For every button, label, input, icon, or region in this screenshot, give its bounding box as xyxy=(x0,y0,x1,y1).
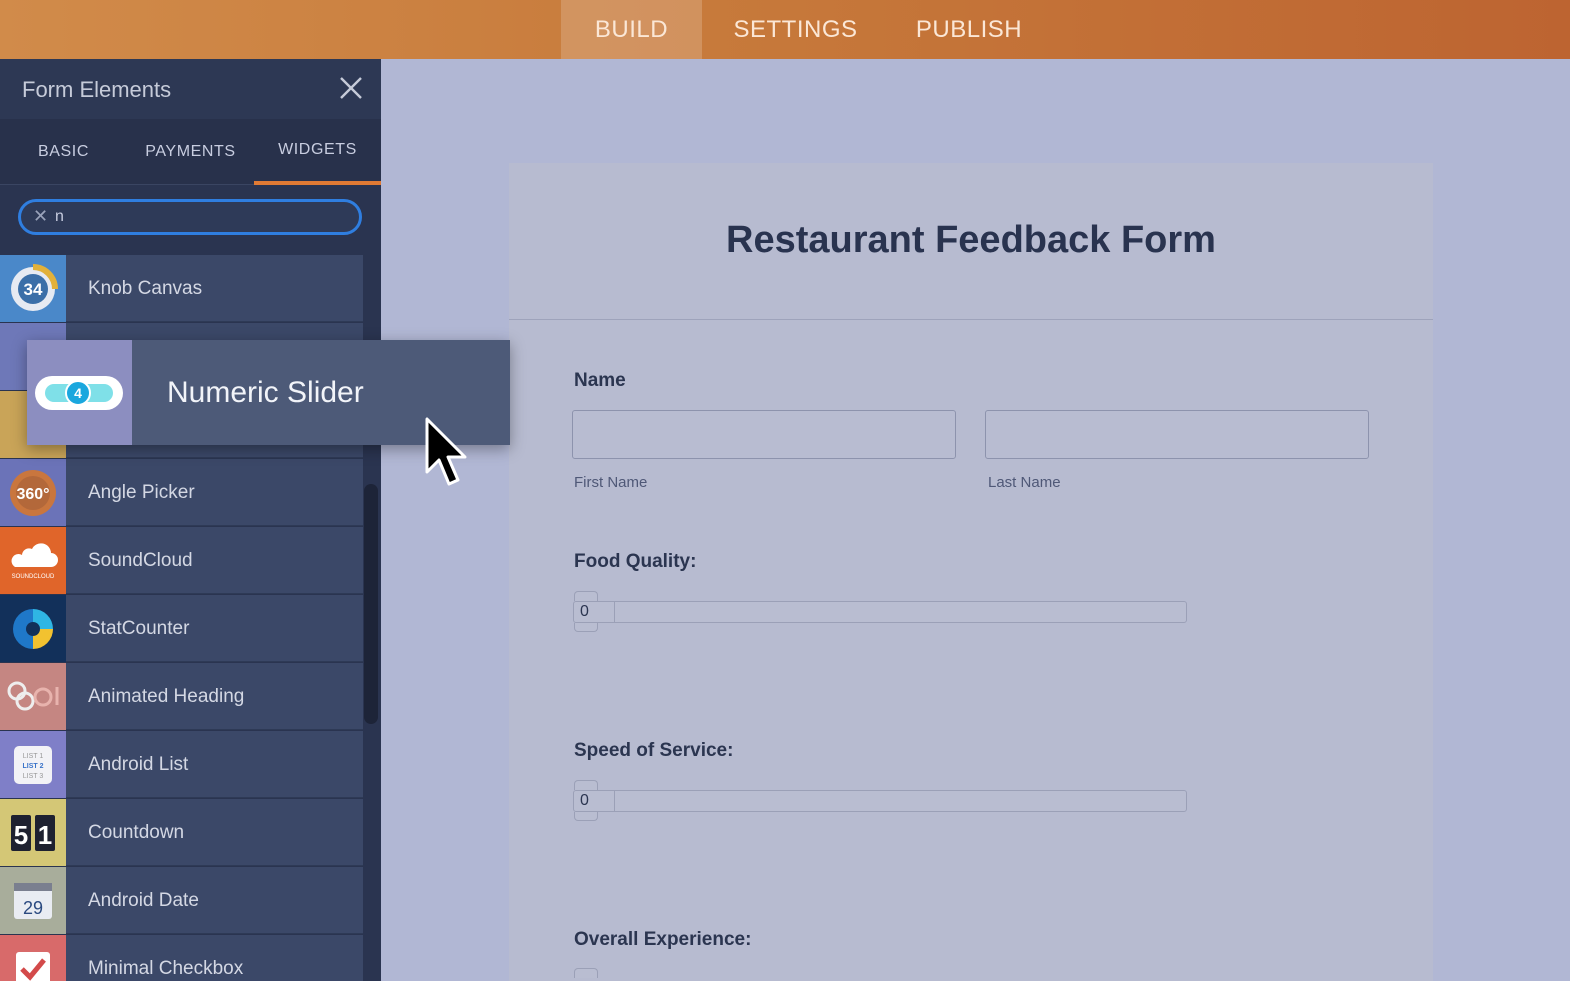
statcounter-icon xyxy=(0,595,66,662)
svg-text:SOUNDCLOUD: SOUNDCLOUD xyxy=(12,574,55,580)
soundcloud-icon: SOUNDCLOUD xyxy=(0,527,66,594)
tab-basic[interactable]: BASIC xyxy=(0,119,127,185)
widget-item-label: Minimal Checkbox xyxy=(88,957,244,979)
svg-text:LIST 1: LIST 1 xyxy=(23,753,44,760)
last-name-sublabel: Last Name xyxy=(988,474,1061,491)
form-elements-panel: Form Elements BASIC PAYMENTS WIDGETS ✕ 3… xyxy=(0,59,381,981)
svg-text:1: 1 xyxy=(38,820,52,850)
last-name-input[interactable] xyxy=(985,410,1369,459)
widget-item-angle-picker[interactable]: 360° Angle Picker xyxy=(0,459,363,526)
widget-item-label: Knob Canvas xyxy=(88,277,203,299)
svg-text:360°: 360° xyxy=(16,486,49,503)
food-quality-slider[interactable]: 0 xyxy=(573,591,1187,632)
svg-text:5: 5 xyxy=(14,820,28,850)
overall-experience-slider[interactable] xyxy=(573,968,1187,981)
widget-item-android-list[interactable]: LIST 1 LIST 2 LIST 3 Android List xyxy=(0,731,363,798)
form-card: Restaurant Feedback Form Name First Name… xyxy=(509,163,1433,981)
widget-item-minimal-checkbox[interactable]: Minimal Checkbox xyxy=(0,935,363,981)
countdown-icon: 5 1 xyxy=(0,799,66,866)
widget-item-statcounter[interactable]: StatCounter xyxy=(0,595,363,662)
slider-handle-top[interactable] xyxy=(574,591,598,601)
close-icon[interactable] xyxy=(336,73,366,103)
widget-item-animated-heading[interactable]: Animated Heading xyxy=(0,663,363,730)
form-title[interactable]: Restaurant Feedback Form xyxy=(509,219,1433,262)
tab-build[interactable]: BUILD xyxy=(561,0,702,59)
clear-search-icon[interactable]: ✕ xyxy=(33,206,48,227)
first-name-input[interactable] xyxy=(572,410,956,459)
search-input[interactable] xyxy=(55,205,345,229)
slider-track[interactable] xyxy=(573,601,1187,623)
knob-icon: 34 xyxy=(0,255,66,322)
overall-experience-label: Overall Experience: xyxy=(574,929,752,950)
tab-payments[interactable]: PAYMENTS xyxy=(127,119,254,185)
widget-item-soundcloud[interactable]: SOUNDCLOUD SoundCloud xyxy=(0,527,363,594)
top-bar: BUILD SETTINGS PUBLISH xyxy=(0,0,1570,59)
widget-item-label: Android List xyxy=(88,753,189,775)
panel-scrollbar[interactable] xyxy=(364,484,378,724)
widget-item-label: SoundCloud xyxy=(88,549,193,571)
widget-item-label: Countdown xyxy=(88,821,185,843)
name-label: Name xyxy=(574,370,626,391)
food-quality-label: Food Quality: xyxy=(574,551,697,572)
slider-pill: 4 xyxy=(35,376,123,410)
widget-item-label: Android Date xyxy=(88,889,199,911)
panel-title: Form Elements xyxy=(22,77,172,102)
widget-item-label: StatCounter xyxy=(88,617,190,639)
slider-track[interactable] xyxy=(573,790,1187,812)
tab-publish[interactable]: PUBLISH xyxy=(889,0,1049,59)
widget-item-label: Angle Picker xyxy=(88,481,195,503)
panel-header: Form Elements xyxy=(0,59,381,119)
svg-text:34: 34 xyxy=(24,280,43,299)
form-header: Restaurant Feedback Form xyxy=(509,163,1433,320)
slider-value: 0 xyxy=(573,601,615,623)
search-area: ✕ xyxy=(0,185,381,249)
checkbox-icon xyxy=(0,935,66,981)
numeric-slider-icon: 4 xyxy=(27,340,132,445)
slider-handle-top[interactable] xyxy=(574,780,598,790)
speed-of-service-label: Speed of Service: xyxy=(574,740,734,761)
svg-text:LIST 2: LIST 2 xyxy=(22,763,43,770)
widget-item-knob-canvas[interactable]: 34 Knob Canvas xyxy=(0,255,363,322)
widget-item-label: Animated Heading xyxy=(88,685,245,707)
angle-icon: 360° xyxy=(0,459,66,526)
panel-tabs: BASIC PAYMENTS WIDGETS xyxy=(0,119,381,185)
dragged-widget-label: Numeric Slider xyxy=(167,375,364,409)
slider-handle-bottom[interactable] xyxy=(574,812,598,821)
search-box: ✕ xyxy=(18,199,362,235)
slider-value: 0 xyxy=(573,790,615,812)
slider-knob: 4 xyxy=(65,380,91,406)
widget-item-android-date[interactable]: 29 Android Date xyxy=(0,867,363,934)
slider-handle-top[interactable] xyxy=(574,968,598,978)
tab-settings[interactable]: SETTINGS xyxy=(702,0,889,59)
android-date-icon: 29 xyxy=(0,867,66,934)
animated-heading-icon xyxy=(0,663,66,730)
tab-widgets[interactable]: WIDGETS xyxy=(254,119,381,185)
slider-handle-bottom[interactable] xyxy=(574,623,598,632)
svg-text:29: 29 xyxy=(23,898,43,918)
first-name-sublabel: First Name xyxy=(574,474,648,491)
svg-text:LIST 3: LIST 3 xyxy=(23,773,44,780)
mouse-cursor-icon xyxy=(425,417,467,486)
widget-item-countdown[interactable]: 5 1 Countdown xyxy=(0,799,363,866)
top-nav: BUILD SETTINGS PUBLISH xyxy=(561,0,1049,59)
android-list-icon: LIST 1 LIST 2 LIST 3 xyxy=(0,731,66,798)
speed-of-service-slider[interactable]: 0 xyxy=(573,780,1187,821)
